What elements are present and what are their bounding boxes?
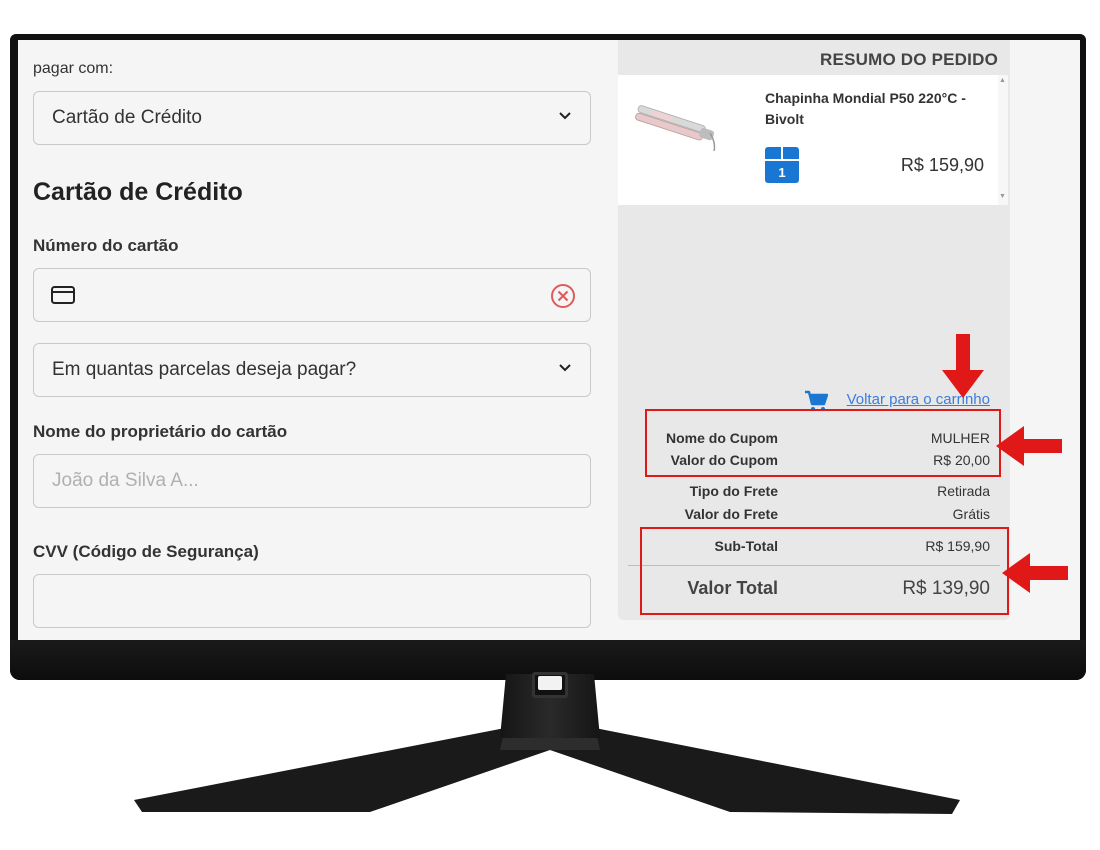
annotation-arrow-down-icon	[942, 334, 984, 398]
card-number-label: Número do cartão	[33, 236, 179, 255]
card-owner-input[interactable]: João da Silva A...	[33, 454, 591, 508]
card-owner-label: Nome do proprietário do cartão	[33, 422, 288, 441]
cvv-label: CVV (Código de Segurança)	[33, 542, 259, 561]
shipping-value-value: Grátis	[952, 506, 990, 522]
product-name: Chapinha Mondial P50 220°C - Bivolt	[765, 90, 966, 127]
shipping-value-label: Valor do Frete	[684, 506, 778, 522]
chevron-down-icon	[559, 364, 571, 372]
annotation-arrow-left-icon	[1002, 553, 1068, 593]
payment-method-value: Cartão de Crédito	[52, 107, 202, 128]
monitor-mockup: pagar com: Cartão de Crédito Cartão de C…	[0, 0, 1100, 850]
shipping-type-value: Retirada	[937, 483, 990, 499]
section-title: Cartão de Crédito	[33, 178, 243, 206]
cvv-input[interactable]	[33, 574, 591, 628]
monitor-stand-cable-hole-inner	[538, 676, 562, 690]
payment-method-select[interactable]: Cartão de Crédito	[33, 91, 591, 145]
scroll-up-icon[interactable]: ▲	[999, 77, 1006, 84]
product-quantity: 1	[778, 165, 786, 180]
product-price: R$ 159,90	[900, 155, 984, 175]
coupon-highlight-box	[645, 409, 1001, 477]
payment-form: pagar com: Cartão de Crédito Cartão de C…	[33, 40, 593, 640]
shipping-type-label: Tipo do Frete	[689, 483, 778, 499]
annotation-arrow-left-icon	[996, 426, 1062, 466]
product-card: Chapinha Mondial P50 220°C - Bivolt 1 R$…	[618, 75, 998, 205]
scroll-down-icon[interactable]: ▼	[999, 193, 1006, 200]
credit-card-icon	[51, 286, 75, 304]
installments-placeholder: Em quantas parcelas deseja pagar?	[52, 359, 357, 380]
pay-with-label: pagar com:	[33, 60, 114, 77]
hair-straightener-icon	[635, 105, 716, 152]
order-summary-title: RESUMO DO PEDIDO	[820, 50, 998, 69]
total-highlight-box	[640, 527, 1009, 615]
card-owner-placeholder: João da Silva A...	[52, 470, 199, 491]
installments-select[interactable]: Em quantas parcelas deseja pagar?	[33, 343, 591, 397]
product-list-scrollbar[interactable]: ▲ ▼	[998, 75, 1008, 205]
card-number-input[interactable]	[33, 268, 591, 322]
chevron-down-icon	[559, 112, 571, 120]
clear-input-icon[interactable]	[550, 283, 576, 309]
